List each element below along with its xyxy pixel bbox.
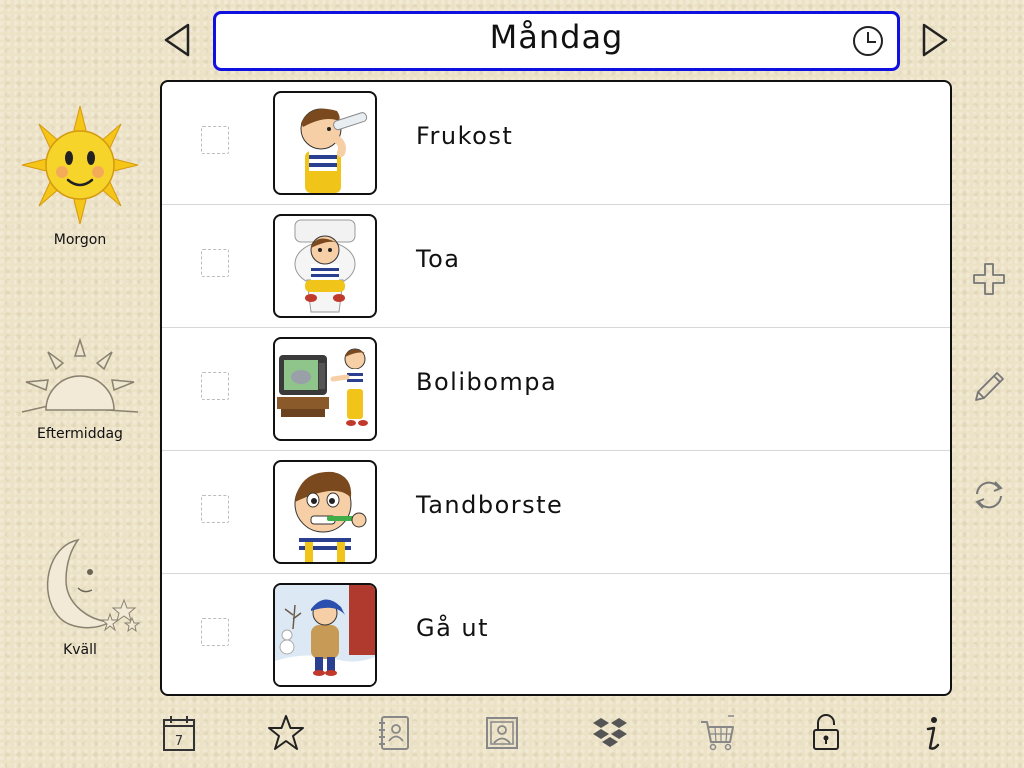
- unlocked-padlock-icon: [813, 714, 839, 750]
- setting-sun-icon: [21, 337, 139, 413]
- info-icon: [926, 717, 940, 750]
- calendar-button[interactable]: 7: [160, 712, 200, 754]
- plus-icon: [973, 263, 1005, 295]
- activity-image: [273, 91, 377, 195]
- activity-list: Frukost Toa Bolibompa Tandborste Gå ut: [160, 80, 952, 696]
- refresh-icon: [975, 481, 1003, 509]
- activity-row[interactable]: Toa: [162, 205, 950, 328]
- boy-on-toilet-icon: [294, 219, 356, 313]
- sun-icon: [21, 105, 139, 225]
- next-day-button[interactable]: [918, 20, 952, 60]
- activity-image: [273, 214, 377, 318]
- activity-checkbox[interactable]: [201, 249, 229, 277]
- boy-brushing-teeth-icon: [294, 471, 367, 562]
- sync-button[interactable]: [970, 476, 1008, 514]
- clock-icon: [853, 26, 883, 56]
- portrait-icon: [486, 717, 518, 749]
- activity-label: Frukost: [416, 122, 514, 150]
- activity-label: Gå ut: [416, 614, 490, 642]
- activity-label: Toa: [416, 245, 461, 273]
- clock-button[interactable]: [851, 24, 885, 58]
- star-icon: [268, 715, 304, 750]
- activity-label: Tandborste: [416, 491, 564, 519]
- activity-row[interactable]: Gå ut: [162, 574, 950, 694]
- dropbox-button[interactable]: [590, 712, 630, 754]
- activity-row[interactable]: Tandborste: [162, 451, 950, 574]
- moon-icon: [46, 538, 141, 633]
- contacts-book-button[interactable]: [374, 712, 414, 754]
- add-activity-button[interactable]: [970, 260, 1008, 298]
- activity-checkbox[interactable]: [201, 126, 229, 154]
- period-morning[interactable]: Morgon: [14, 104, 146, 248]
- period-label: Kväll: [63, 642, 97, 658]
- activity-image: [273, 337, 377, 441]
- activity-checkbox[interactable]: [201, 618, 229, 646]
- arrow-right-icon: [922, 23, 948, 57]
- previous-day-button[interactable]: [160, 20, 194, 60]
- pencil-icon: [975, 372, 1004, 401]
- shopping-cart-icon: [701, 715, 734, 751]
- period-label: Eftermiddag: [37, 426, 123, 442]
- activity-image: [273, 583, 377, 687]
- boy-watching-tv-icon: [277, 348, 368, 426]
- period-label: Morgon: [53, 232, 107, 248]
- activity-label: Bolibompa: [416, 368, 558, 396]
- period-afternoon[interactable]: Eftermiddag: [14, 336, 146, 442]
- activity-checkbox[interactable]: [201, 372, 229, 400]
- activity-image: [273, 460, 377, 564]
- lock-button[interactable]: [806, 712, 846, 754]
- info-button[interactable]: [912, 712, 952, 754]
- boy-in-snow-icon: [275, 585, 375, 685]
- address-book-icon: [379, 716, 409, 750]
- activity-row[interactable]: Bolibompa: [162, 328, 950, 451]
- favorites-button[interactable]: [266, 712, 306, 754]
- dropbox-icon: [593, 718, 627, 747]
- profile-button[interactable]: [482, 712, 522, 754]
- calendar-icon: 7: [163, 716, 195, 751]
- activity-row[interactable]: Frukost: [162, 82, 950, 205]
- day-title-box: Måndag: [213, 11, 900, 71]
- activity-checkbox[interactable]: [201, 495, 229, 523]
- store-button[interactable]: [698, 712, 738, 754]
- edit-button[interactable]: [970, 368, 1008, 406]
- arrow-left-icon: [164, 23, 190, 57]
- boy-drinking-icon: [300, 108, 368, 193]
- period-evening[interactable]: Kväll: [14, 532, 146, 658]
- calendar-day-number: 7: [175, 734, 183, 749]
- day-title: Måndag: [489, 18, 624, 56]
